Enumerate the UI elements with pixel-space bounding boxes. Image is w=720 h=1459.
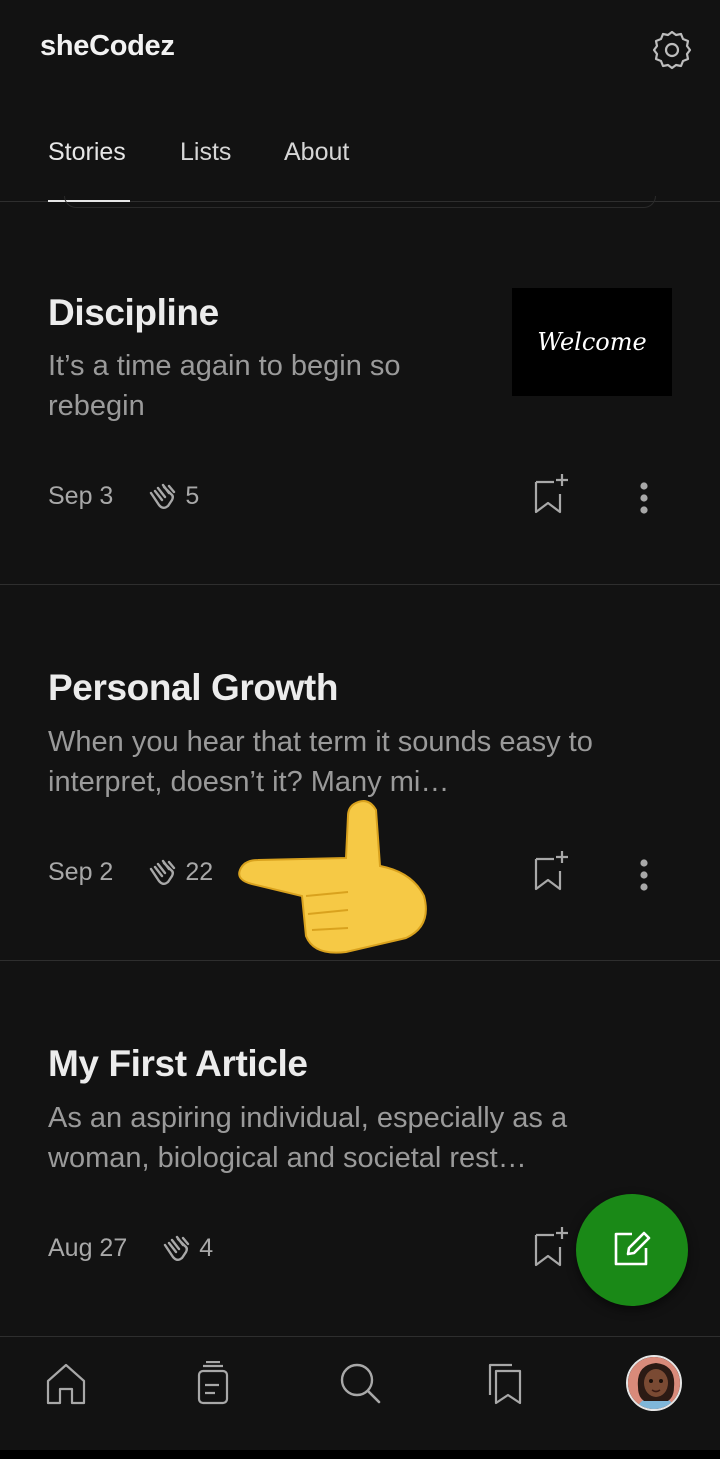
story-date: Sep 2 [48,858,114,886]
bookmark-add-icon[interactable] [532,849,572,893]
clap-icon [145,859,177,887]
story-meta: Aug 27 4 [48,1234,213,1263]
system-bar [0,1450,720,1459]
bookmark-add-icon[interactable] [532,1225,572,1269]
story-subtitle: When you hear that term it sounds easy t… [48,726,593,798]
story-card[interactable]: Discipline It’s a time again to begin so… [0,208,720,585]
drafts-icon[interactable] [189,1359,237,1407]
pointing-hand-icon [236,796,436,958]
clap-count: 22 [185,858,214,886]
bottom-navigation [0,1336,720,1450]
more-vertical-icon[interactable] [632,478,656,518]
story-date: Sep 3 [48,482,114,510]
search-icon[interactable] [336,1359,384,1407]
tab-about[interactable]: About [284,138,349,167]
thumbnail-text: Welcome [537,328,647,356]
tab-stories[interactable]: Stories [48,138,126,167]
scroll-shadow [64,196,656,208]
tab-lists[interactable]: Lists [180,138,231,167]
gear-icon[interactable] [648,26,696,74]
clap-count: 5 [185,482,200,510]
clap-icon [145,483,177,511]
story-meta: Sep 2 22 [48,858,213,887]
write-button[interactable] [576,1194,688,1306]
write-icon [610,1226,654,1275]
story-thumbnail[interactable]: Welcome [512,288,672,396]
story-subtitle: It’s a time again to begin so rebegin [48,350,401,422]
story-date: Aug 27 [48,1234,128,1262]
story-title[interactable]: Discipline [48,292,219,334]
story-meta: Sep 3 5 [48,482,199,511]
library-icon[interactable] [482,1359,530,1407]
story-title[interactable]: My First Article [48,1043,308,1085]
clap-count: 4 [199,1234,214,1262]
story-subtitle: As an aspiring individual, especially as… [48,1102,568,1174]
clap-icon [159,1235,191,1263]
bookmark-add-icon[interactable] [532,472,572,516]
story-title[interactable]: Personal Growth [48,667,338,709]
more-vertical-icon[interactable] [632,855,656,895]
profile-avatar[interactable] [626,1355,682,1411]
app-header: sheCodez [0,0,720,100]
profile-tabs: Stories Lists About [0,120,720,202]
publication-title[interactable]: sheCodez [40,30,175,63]
home-icon[interactable] [42,1359,90,1407]
